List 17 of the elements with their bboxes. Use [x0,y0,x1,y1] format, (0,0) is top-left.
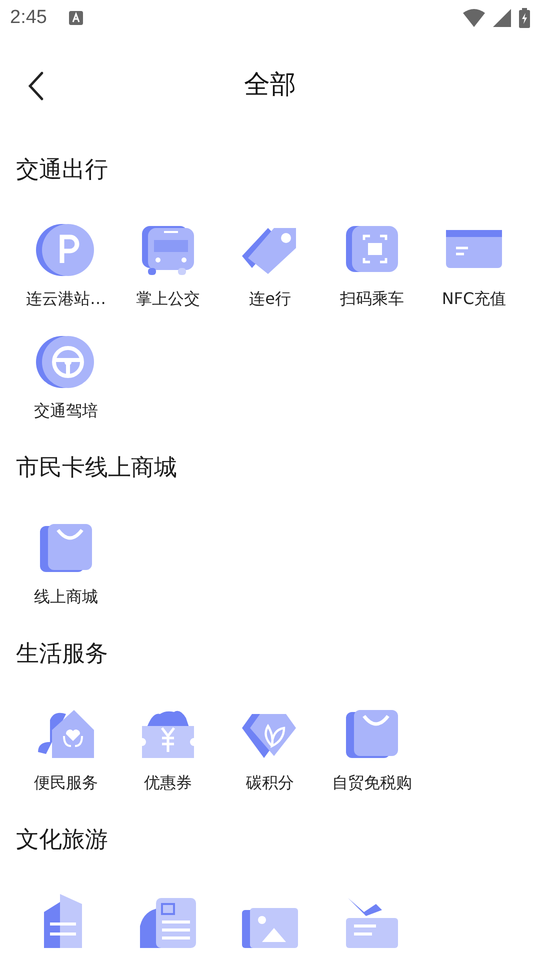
status-time: 2:45 [10,7,47,29]
section-title: 生活服务 [15,640,109,669]
service-label[interactable]: 扫码乘车 [340,288,404,310]
service-label[interactable]: 掌上公交 [136,288,200,310]
section-title: 文化旅游 [15,826,109,855]
service-label[interactable]: 连云港站… [26,288,106,310]
service-label[interactable]: 线上商城 [34,586,98,608]
section-title: 交通出行 [15,156,109,185]
page-title: 全部 [244,68,296,102]
service-label[interactable]: 便民服务 [34,772,98,794]
service-label[interactable]: 碳积分 [246,772,294,794]
service-label[interactable]: 自贸免税购 [332,772,412,794]
service-label[interactable]: 连e行 [249,288,291,310]
service-label[interactable]: NFC充值 [442,288,506,310]
service-label[interactable]: 交通驾培 [34,400,98,422]
section-title: 市民卡线上商城 [15,454,178,483]
service-label[interactable]: 优惠券 [144,772,192,794]
